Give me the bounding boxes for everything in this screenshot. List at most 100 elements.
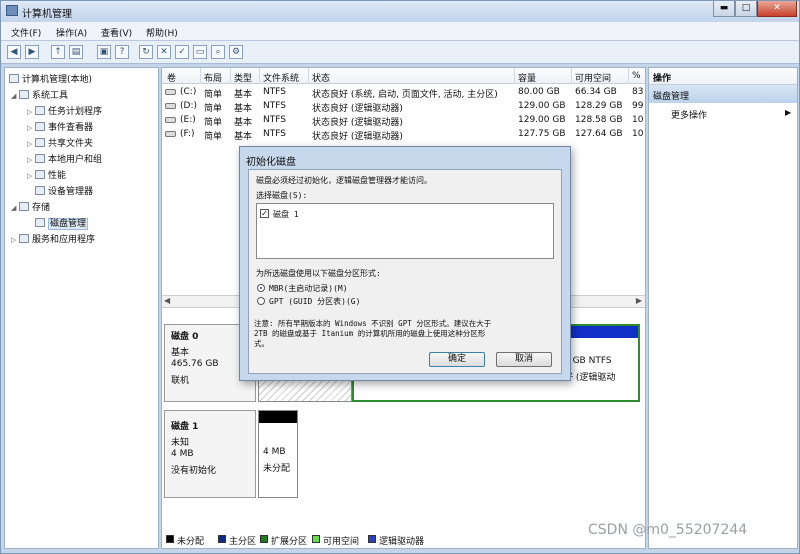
tree-item-event-viewer[interactable]: ▷ 事件查看器 <box>27 120 93 133</box>
dialog-note-line3: 式。 <box>254 339 269 348</box>
device-icon <box>35 186 45 195</box>
menu-view[interactable]: 查看(V) <box>101 26 132 39</box>
minimize-button[interactable]: ▬ <box>713 1 735 17</box>
disk-icon <box>35 218 45 227</box>
volume-icon <box>165 131 176 137</box>
dialog-body: 磁盘必须经过初始化，逻辑磁盘管理器才能访问。 选择磁盘(S): ✓ 磁盘 1 为… <box>248 169 562 374</box>
title-bar: 计算机管理 ▬ □ ✕ <box>1 1 799 21</box>
menu-file[interactable]: 文件(F) <box>11 26 41 39</box>
tools-icon <box>19 90 29 99</box>
partition-style-label: 为所选磁盘使用以下磁盘分区形式: <box>256 269 381 278</box>
storage-icon <box>19 202 29 211</box>
col-capacity[interactable]: 容量 <box>518 71 536 84</box>
disk-1-item[interactable]: 磁盘 1 <box>273 209 299 220</box>
volume-icon <box>165 103 176 109</box>
performance-icon <box>35 170 45 179</box>
services-icon <box>19 234 29 243</box>
clock-icon <box>35 106 45 115</box>
refresh-icon[interactable]: ↻ <box>139 45 153 59</box>
ok-button[interactable]: 确定 <box>429 352 485 367</box>
open-folder-icon[interactable]: ▭ <box>193 45 207 59</box>
more-actions-link[interactable]: 更多操作 <box>671 108 707 121</box>
dialog-title: 初始化磁盘 <box>246 157 296 168</box>
window-title: 计算机管理 <box>22 9 72 20</box>
properties-icon[interactable]: ▣ <box>97 45 111 59</box>
users-icon <box>35 154 45 163</box>
volume-icon <box>165 89 176 95</box>
table-row[interactable]: (D:) 简单 基本 NTFS 状态良好 (逻辑驱动器) 129.00 GB 1… <box>162 99 645 114</box>
legend-swatch-logical <box>368 535 376 543</box>
initialize-disk-dialog: 初始化磁盘 磁盘必须经过初始化，逻辑磁盘管理器才能访问。 选择磁盘(S): ✓ … <box>239 146 571 381</box>
gpt-radio[interactable] <box>257 297 265 305</box>
dialog-note-line2: 2TB 的磁盘或基于 Itanium 的计算机所用的磁盘上使用这种分区形 <box>254 329 486 338</box>
volume-icon <box>165 117 176 123</box>
back-icon[interactable]: ◀ <box>7 45 21 59</box>
tree-item-shared-folders[interactable]: ▷ 共享文件夹 <box>27 136 93 149</box>
tree-item-device-manager[interactable]: 设备管理器 <box>35 184 93 197</box>
col-filesystem[interactable]: 文件系统 <box>263 71 299 84</box>
partition-legend: 未分配 主分区 扩展分区 可用空间 逻辑驱动器 <box>162 532 642 547</box>
menu-help[interactable]: 帮助(H) <box>146 26 178 39</box>
legend-swatch-primary <box>218 535 226 543</box>
actions-header: 操作 <box>649 68 797 85</box>
maximize-button[interactable]: □ <box>735 1 757 17</box>
legend-swatch-unallocated <box>166 535 174 543</box>
watermark: CSDN @m0_55207244 <box>588 522 748 538</box>
disk-1-unallocated[interactable]: 4 MB 未分配 <box>258 410 298 498</box>
help-icon[interactable]: ? <box>115 45 129 59</box>
tree-item-services[interactable]: ▷ 服务和应用程序 <box>11 232 95 245</box>
gpt-label[interactable]: GPT (GUID 分区表)(G) <box>269 296 360 307</box>
computer-icon <box>9 74 19 83</box>
dialog-intro: 磁盘必须经过初始化，逻辑磁盘管理器才能访问。 <box>256 176 432 185</box>
disk-1-checkbox[interactable]: ✓ <box>260 209 269 218</box>
actions-pane: 操作 磁盘管理 更多操作 ▶ <box>648 67 798 549</box>
select-disk-label: 选择磁盘(S): <box>256 191 308 200</box>
computer-management-window: 计算机管理 ▬ □ ✕ 文件(F) 操作(A) 查看(V) 帮助(H) ◀ ▶ … <box>0 0 800 554</box>
table-row[interactable]: (F:) 简单 基本 NTFS 状态良好 (逻辑驱动器) 127.75 GB 1… <box>162 127 645 142</box>
col-status[interactable]: 状态 <box>312 71 330 84</box>
mbr-label[interactable]: MBR(主启动记录)(M) <box>269 283 348 294</box>
tree-item-computer-management[interactable]: 计算机管理(本地) <box>9 72 92 85</box>
scroll-left-icon[interactable]: ◀ <box>164 296 170 305</box>
disk-listbox[interactable]: ✓ 磁盘 1 <box>256 203 554 259</box>
menu-bar: 文件(F) 操作(A) 查看(V) 帮助(H) <box>1 22 799 41</box>
legend-swatch-free <box>312 535 320 543</box>
toolbar: ◀ ▶ ↑ ▤ ▣ ? ↻ ✕ ✓ ▭ ⌕ ⚙ <box>1 41 799 64</box>
forward-icon[interactable]: ▶ <box>25 45 39 59</box>
tree-item-task-scheduler[interactable]: ▷ 任务计划程序 <box>27 104 102 117</box>
volume-table-header: 卷 布局 类型 文件系统 状态 容量 可用空间 % <box>162 68 645 84</box>
up-folder-icon[interactable]: ↑ <box>51 45 65 59</box>
folder-icon <box>35 138 45 147</box>
scroll-right-icon[interactable]: ▶ <box>636 296 642 305</box>
tree-item-local-users[interactable]: ▷ 本地用户和组 <box>27 152 102 165</box>
col-volume[interactable]: 卷 <box>167 71 176 84</box>
settings-icon[interactable]: ⚙ <box>229 45 243 59</box>
check-icon[interactable]: ✓ <box>175 45 189 59</box>
table-row[interactable]: (E:) 简单 基本 NTFS 状态良好 (逻辑驱动器) 129.00 GB 1… <box>162 113 645 128</box>
table-row[interactable]: (C:) 简单 基本 NTFS 状态良好 (系统, 启动, 页面文件, 活动, … <box>162 85 645 100</box>
col-type[interactable]: 类型 <box>234 71 252 84</box>
delete-icon[interactable]: ✕ <box>157 45 171 59</box>
computer-management-icon <box>6 5 18 16</box>
mbr-radio[interactable] <box>257 284 265 292</box>
close-button[interactable]: ✕ <box>757 1 797 17</box>
logical-drive-bar <box>560 326 638 338</box>
legend-swatch-extended <box>260 535 268 543</box>
actions-section-disk-management[interactable]: 磁盘管理 <box>649 85 797 103</box>
tree-item-disk-management[interactable]: 磁盘管理 <box>35 216 89 230</box>
tree-item-storage[interactable]: ◢ 存储 <box>11 200 50 213</box>
col-free[interactable]: 可用空间 <box>575 71 611 84</box>
menu-action[interactable]: 操作(A) <box>56 26 87 39</box>
col-layout[interactable]: 布局 <box>204 71 222 84</box>
cancel-button[interactable]: 取消 <box>496 352 552 367</box>
event-icon <box>35 122 45 131</box>
show-hide-tree-icon[interactable]: ▤ <box>69 45 83 59</box>
disk-1-info[interactable]: 磁盘 1 未知 4 MB 没有初始化 <box>164 410 256 498</box>
unallocated-bar <box>259 411 297 423</box>
navigation-tree: 计算机管理(本地) ◢ 系统工具 ▷ 任务计划程序 ▷ 事件查看器 ▷ 共享文件夹 ▷ 本… <box>4 67 159 549</box>
tree-item-system-tools[interactable]: ◢ 系统工具 <box>11 88 68 101</box>
tree-item-performance[interactable]: ▷ 性能 <box>27 168 66 181</box>
col-percent[interactable]: % <box>632 71 641 81</box>
search-icon[interactable]: ⌕ <box>211 45 225 59</box>
more-actions-arrow-icon: ▶ <box>785 108 792 117</box>
